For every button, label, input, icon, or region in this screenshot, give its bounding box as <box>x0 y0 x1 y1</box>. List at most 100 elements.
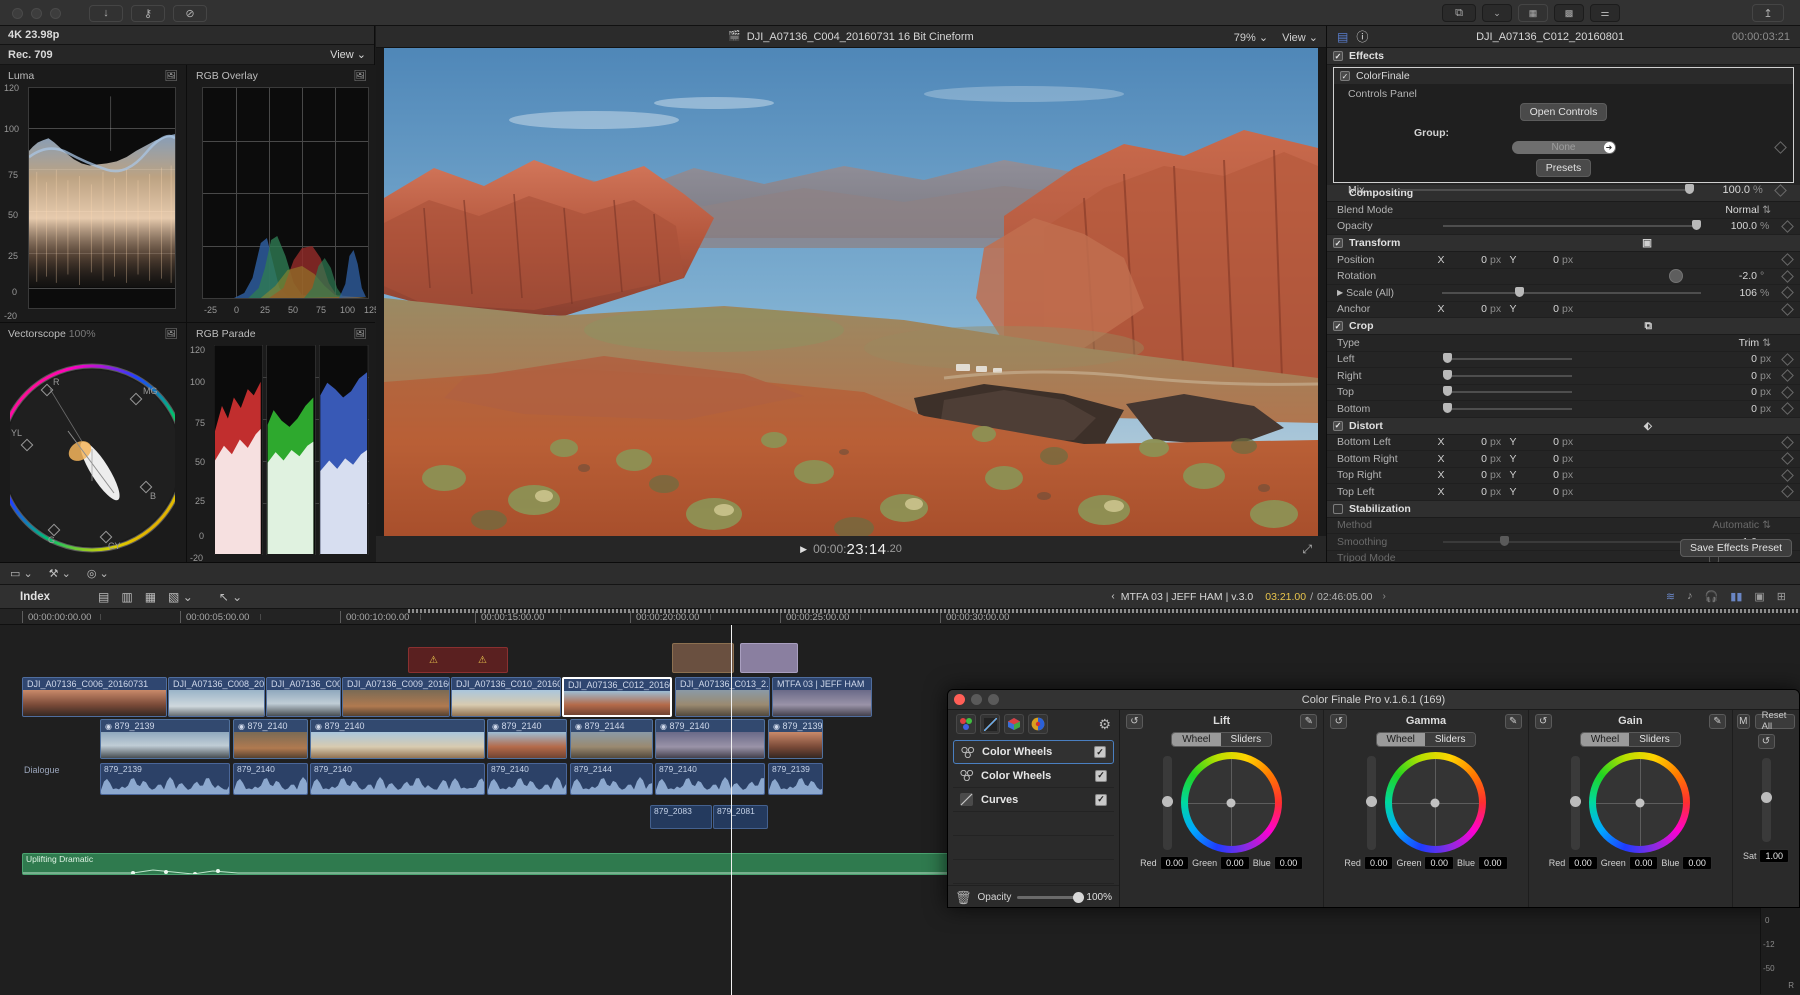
timeline-prev-icon[interactable]: ‹ <box>1111 591 1114 602</box>
scale-slider[interactable] <box>1442 286 1701 297</box>
timeline-ruler[interactable]: 00:00:00:00.00 00:00:05:00.00 00:00:10:0… <box>0 609 1800 625</box>
timeline-sub-audio-clip[interactable]: 879_2083 <box>650 805 712 829</box>
cf-sat-reset-icon[interactable]: ↺ <box>1757 734 1775 749</box>
cf-mode-sliders[interactable]: Sliders <box>1629 733 1680 746</box>
connected-clip-b[interactable] <box>740 643 798 673</box>
rotation-value[interactable]: -2.0 <box>1709 270 1757 282</box>
timeline-connected-clip[interactable]: ◉ 879_2139 <box>768 719 823 759</box>
timeline-connected-clip[interactable]: ◉ 879_2140 <box>233 719 308 759</box>
curves-icon[interactable] <box>980 714 1000 734</box>
blend-mode-chevron-icon[interactable]: ⇅ <box>1762 204 1771 216</box>
timeline-tool-icon[interactable]: ◎ ⌄ <box>87 567 109 580</box>
timeline-connected-clip[interactable]: ◉ 879_2140 <box>487 719 567 759</box>
save-effects-preset-button[interactable]: Save Effects Preset <box>1679 539 1792 557</box>
row-scale-all[interactable]: ▶ Scale (All) 106 % <box>1327 285 1800 302</box>
colorfinale-header[interactable]: ✓ ColorFinale <box>1334 68 1793 84</box>
cf-eyedropper-gain-icon[interactable]: ✎ <box>1708 713 1726 729</box>
crop-checkbox[interactable]: ✓ <box>1333 321 1343 331</box>
timeline-audio-clip[interactable]: 879_2139 <box>100 763 230 795</box>
timeline-appearance-icon[interactable]: ▭ ⌄ <box>10 567 33 580</box>
timeline-retime-icon[interactable]: ⚒ ⌄ <box>49 567 71 580</box>
colorfinale-checkbox[interactable]: ✓ <box>1340 71 1350 81</box>
crop-type-value[interactable]: Trim <box>1739 337 1760 349</box>
timeline-skimming-icon[interactable]: ≋ <box>1666 590 1675 603</box>
crop-type-chevron-icon[interactable]: ⇅ <box>1762 337 1771 349</box>
cf-reset-gamma-icon[interactable]: ↺ <box>1330 713 1348 729</box>
cf-green-value[interactable]: 0.00 <box>1220 856 1250 870</box>
crop-bottom-slider[interactable] <box>1443 402 1572 413</box>
timeline-video-clip[interactable]: DJI_A07136_C009_20160801 <box>342 677 450 717</box>
timeline-audio-clip[interactable]: 879_2144 <box>570 763 653 795</box>
row-crop-top[interactable]: Top 0 px <box>1327 385 1800 401</box>
color-match-icon[interactable] <box>1028 714 1048 734</box>
rotation-dial[interactable] <box>1669 269 1683 284</box>
distort-bl-keyframe-icon[interactable] <box>1781 435 1794 449</box>
import-media-icon[interactable]: ↓ <box>89 4 123 22</box>
mix-slider[interactable] <box>1396 184 1694 194</box>
timeline-connected-clip[interactable]: ◉ 879_2140 <box>655 719 765 759</box>
cf-reset-lift-icon[interactable]: ↺ <box>1126 713 1143 729</box>
zoom-button[interactable] <box>50 7 61 19</box>
connected-clip-effect[interactable]: ⚠ ⚠ <box>408 647 508 673</box>
timeline-connected-clip[interactable]: ◉ 879_2139 <box>100 719 230 759</box>
cf-sat-value[interactable]: 1.00 <box>1759 849 1790 863</box>
crop-left-slider[interactable] <box>1443 353 1572 364</box>
crop-right-value[interactable]: 0 <box>1709 370 1757 382</box>
cf-blue-value[interactable]: 0.00 <box>1682 856 1712 870</box>
zoom-level-menu[interactable]: 79% ⌄ <box>1234 31 1268 44</box>
row-distort-tr[interactable]: Top Right X 0 px Y 0 px <box>1327 468 1800 484</box>
cf-layer-item[interactable]: Color Wheels ✓ <box>953 764 1114 788</box>
cf-green-value[interactable]: 0.00 <box>1628 856 1659 870</box>
timeline-clip-appearance-icon[interactable]: ▣ <box>1754 590 1764 603</box>
group-popup[interactable]: None ➜ <box>1511 141 1616 154</box>
scope-settings-icon[interactable]: 🖼 <box>165 327 178 340</box>
position-y-value[interactable]: 0 <box>1519 254 1559 266</box>
crop-top-keyframe-icon[interactable] <box>1781 385 1794 399</box>
timeline-video-clip[interactable]: DJI_A07136_C012_20160801 <box>562 677 672 717</box>
anchor-keyframe-icon[interactable] <box>1781 302 1794 316</box>
crop-top-value[interactable]: 0 <box>1709 386 1757 398</box>
cf-mode-toggle-lift[interactable]: Wheel Sliders <box>1171 732 1273 747</box>
opacity-value[interactable]: 100.0 <box>1709 220 1757 232</box>
cf-mode-wheel[interactable]: Wheel <box>1172 733 1221 746</box>
cf-mode-sliders[interactable]: Sliders <box>1220 733 1272 746</box>
opacity-keyframe-icon[interactable] <box>1781 219 1794 233</box>
cf-opacity-slider[interactable] <box>1017 892 1085 903</box>
distort-bl-x[interactable]: 0 <box>1447 436 1487 448</box>
timeline-zoom-icon[interactable]: ⊞ <box>1777 590 1786 603</box>
row-crop-type[interactable]: Type Trim ⇅ <box>1327 335 1800 352</box>
row-crop-bottom[interactable]: Bottom 0 px <box>1327 401 1800 418</box>
blend-mode-value[interactable]: Normal <box>1725 204 1759 216</box>
open-controls-button[interactable]: Open Controls <box>1519 103 1608 121</box>
timeline-connected-clip[interactable]: ◉ 879_2140 <box>310 719 485 759</box>
crop-top-slider[interactable] <box>1443 386 1572 397</box>
cf-red-value[interactable]: 0.00 <box>1568 856 1598 870</box>
cf-green-value[interactable]: 0.00 <box>1424 856 1455 870</box>
timeline-next-icon[interactable]: › <box>1383 591 1386 602</box>
cf-layer-item[interactable]: Curves ✓ <box>953 788 1114 812</box>
crop-bottom-keyframe-icon[interactable] <box>1781 402 1794 416</box>
row-anchor[interactable]: Anchor X 0 px Y 0 px <box>1327 302 1800 318</box>
presets-button[interactable]: Presets <box>1535 159 1592 177</box>
gear-icon[interactable]: ⚙ <box>1098 716 1111 733</box>
timeline-solo-icon[interactable]: 🎧 <box>1705 590 1719 603</box>
timeline-insert-icon[interactable]: ▥ <box>121 590 132 604</box>
play-icon[interactable]: ▶ <box>800 544 807 555</box>
cf-layer-empty-slot[interactable] <box>953 812 1114 836</box>
distort-checkbox[interactable]: ✓ <box>1333 420 1343 431</box>
stabilization-checkbox[interactable] <box>1333 503 1343 514</box>
fullscreen-icon[interactable]: ⤢ <box>1302 542 1312 557</box>
timeline-video-clip[interactable]: DJI_A07136_C006_20160731 <box>22 677 167 717</box>
cf-reset-gain-icon[interactable]: ↺ <box>1534 713 1552 729</box>
connected-clip-a[interactable] <box>672 643 734 673</box>
row-crop-right[interactable]: Right 0 px <box>1327 368 1800 385</box>
section-transform[interactable]: ✓ Transform ▣ <box>1327 235 1800 252</box>
row-distort-br[interactable]: Bottom Right X 0 px Y 0 px <box>1327 451 1800 468</box>
close-button[interactable] <box>12 7 23 19</box>
row-opacity[interactable]: Opacity 100.0 % <box>1327 219 1800 235</box>
scopes-view-menu[interactable]: View ⌄ <box>330 48 366 61</box>
colorfinale-effect-block[interactable]: ✓ ColorFinale Controls Panel Open Contro… <box>1333 67 1794 197</box>
opacity-slider[interactable] <box>1443 220 1701 231</box>
trash-icon[interactable]: 🗑 <box>955 890 972 906</box>
color-wheels-icon[interactable] <box>956 714 976 734</box>
